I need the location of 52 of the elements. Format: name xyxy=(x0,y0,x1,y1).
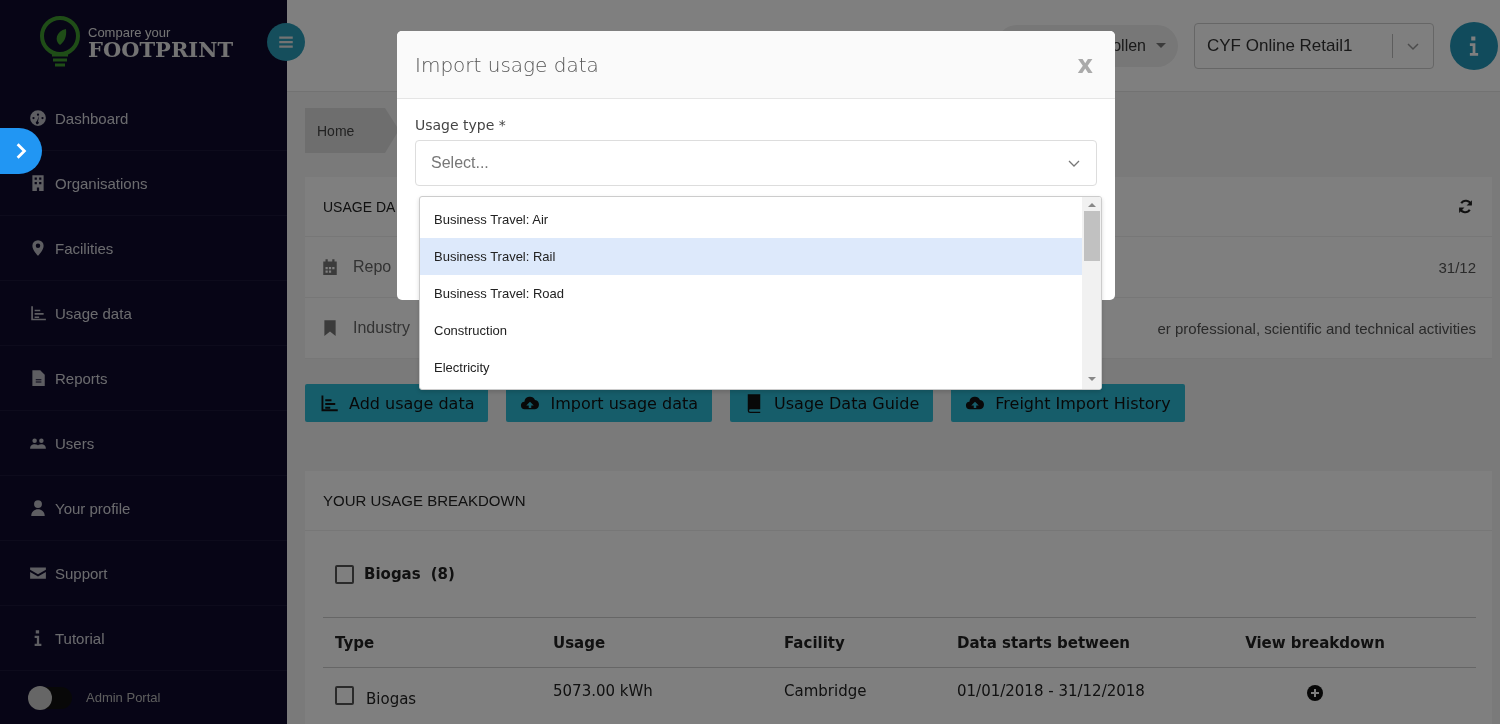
usage-type-select[interactable]: Select... xyxy=(415,140,1097,186)
table-cell: Biogas xyxy=(366,690,417,708)
close-button[interactable]: x xyxy=(1073,50,1097,79)
field-label: Usage type * xyxy=(415,117,507,133)
action-button[interactable]: Add usage data xyxy=(305,384,489,422)
expand-tab[interactable] xyxy=(0,128,42,174)
dialog-title: Import usage data xyxy=(415,52,599,77)
toggle-switch[interactable] xyxy=(28,686,72,709)
calendar-icon xyxy=(321,258,339,276)
dropdown-option[interactable]: Construction xyxy=(420,312,1082,349)
summary-label: Industry xyxy=(353,319,410,337)
dropdown-option[interactable]: Electricity xyxy=(420,349,1082,386)
table-cell-text: 5073.00 kWh xyxy=(553,682,654,700)
organisation-select[interactable]: CYF Online Retail1 xyxy=(1194,22,1434,69)
envelope-icon xyxy=(29,564,47,582)
bookmark-icon xyxy=(321,319,339,337)
pin-icon xyxy=(29,239,47,257)
dropdown-option[interactable]: Business Travel: Road xyxy=(420,275,1082,312)
group-count: (8) xyxy=(430,565,455,583)
column-header: Usage xyxy=(553,633,607,652)
card-title: USAGE DA xyxy=(323,198,396,215)
column-header: Type xyxy=(334,633,376,652)
menu-icon xyxy=(277,33,295,51)
admin-portal-label: Admin Portal xyxy=(86,690,161,705)
checkbox[interactable] xyxy=(335,564,354,584)
breadcrumb-link[interactable]: Home xyxy=(305,108,385,153)
summary-label: Repo xyxy=(353,258,392,276)
action-button[interactable]: Freight Import History xyxy=(951,384,1185,422)
column-header: Facility xyxy=(784,633,846,652)
table-cell-text: 01/01/2018 - 31/12/2018 xyxy=(957,682,1146,700)
refresh-icon[interactable] xyxy=(1457,198,1474,215)
summary-value: er professional, scientific and technical activities xyxy=(1157,319,1476,337)
plus-icon[interactable] xyxy=(1307,685,1323,701)
column-header: View breakdown xyxy=(1245,633,1385,652)
dropdown-option[interactable]: Business Travel: Rail xyxy=(420,238,1082,275)
summary-value: 31/12 xyxy=(1438,258,1476,276)
brand-name: FOOTPRINT xyxy=(88,39,233,60)
brand-tagline: Compare your xyxy=(88,26,172,39)
chart-icon xyxy=(29,304,47,322)
info-button[interactable] xyxy=(1450,21,1498,70)
group-label: Biogas xyxy=(364,565,421,583)
chart-icon xyxy=(319,393,339,413)
person-icon xyxy=(29,499,47,517)
checkbox[interactable] xyxy=(335,685,354,705)
card-title: YOUR USAGE BREAKDOWN xyxy=(323,492,526,509)
column-header: Data starts between xyxy=(957,633,1131,652)
scrollbar[interactable] xyxy=(1082,197,1101,389)
dropdown-option[interactable]: Business Travel: Air xyxy=(420,201,1082,238)
table-cell-text: Cambridge xyxy=(784,682,868,700)
building-icon xyxy=(29,174,47,192)
document-icon xyxy=(29,369,47,387)
gauge-icon xyxy=(29,109,47,127)
